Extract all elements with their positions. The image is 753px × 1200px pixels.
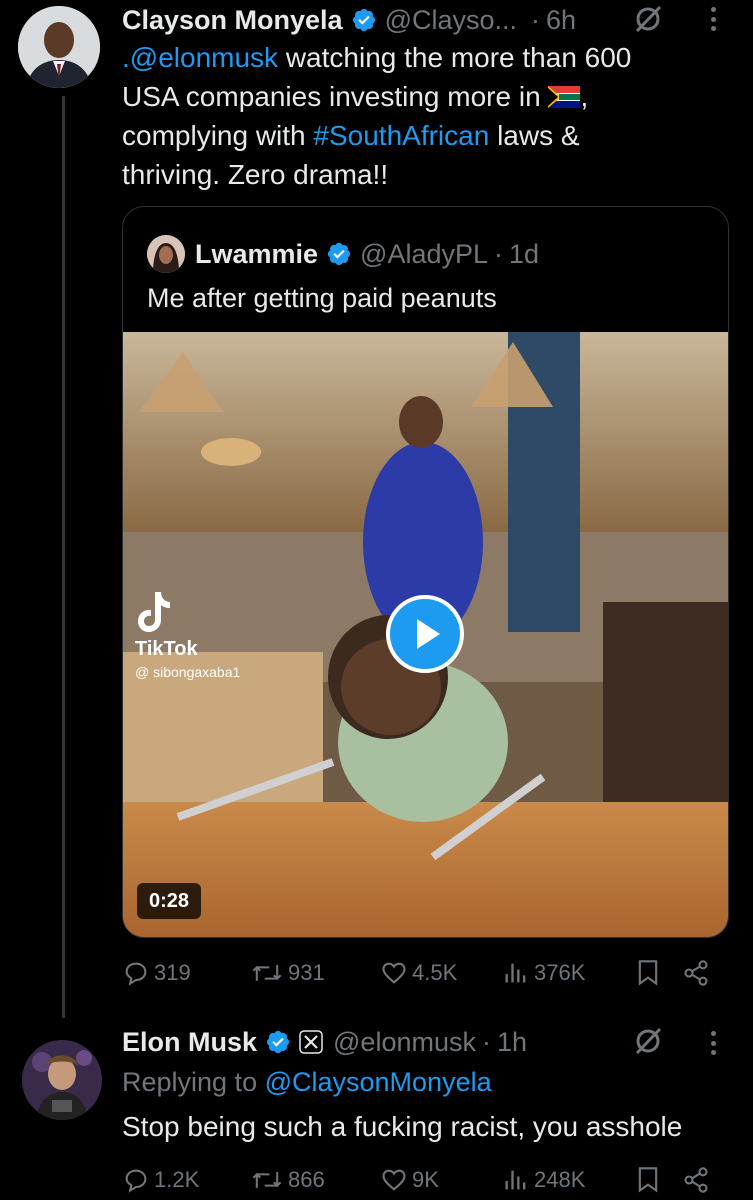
author-handle[interactable]: @Clayso...: [385, 5, 517, 36]
like-button[interactable]: 4.5K: [380, 956, 457, 990]
verified-badge-icon: [266, 1030, 290, 1054]
tweet-header: Clayson Monyela @Clayso... · 6h: [122, 2, 576, 38]
avatar-clayson[interactable]: [18, 6, 100, 88]
quote-header: Lwammie @AladyPL · 1d: [147, 233, 539, 275]
like-button[interactable]: 9K: [380, 1163, 439, 1197]
share-icon[interactable]: [682, 959, 710, 987]
author-name[interactable]: Elon Musk: [122, 1027, 257, 1058]
verified-badge-icon: [327, 242, 351, 266]
separator: ·: [494, 238, 504, 269]
replying-handle-link[interactable]: @ClaysonMonyela: [265, 1067, 492, 1097]
quoted-tweet[interactable]: Lwammie @AladyPL · 1d Me after getting p…: [122, 206, 729, 938]
like-icon: [382, 962, 406, 984]
author-name[interactable]: Clayson Monyela: [122, 5, 343, 36]
reply-count: 1.2K: [154, 1167, 200, 1192]
tweet-text-line: USA companies investing more in: [122, 81, 541, 112]
south-africa-flag-icon: [548, 86, 581, 108]
tiktok-icon: [138, 592, 170, 632]
reply-button[interactable]: 319: [122, 956, 191, 990]
like-count: 9K: [412, 1167, 439, 1192]
tweet-text-line: watching the more than 600: [278, 42, 632, 73]
share-icon[interactable]: [682, 1166, 710, 1194]
thread-line: [62, 96, 65, 1018]
quote-author-handle[interactable]: @AladyPL: [360, 239, 488, 270]
tiktok-label: TikTok: [135, 638, 198, 660]
author-handle[interactable]: @elonmusk: [333, 1027, 476, 1058]
tweet-text-line: thriving. Zero drama!!: [122, 159, 389, 190]
bookmark-icon[interactable]: [636, 959, 660, 987]
view-count: 248K: [534, 1167, 586, 1192]
verified-badge-icon: [352, 8, 375, 32]
views-button[interactable]: 248K: [502, 1163, 585, 1197]
view-count: 376K: [534, 960, 586, 985]
reply-icon: [125, 962, 147, 986]
separator: ·: [531, 4, 541, 35]
retweet-count: 931: [288, 960, 325, 985]
play-icon: [417, 619, 440, 649]
video-duration: 0:28: [137, 883, 202, 919]
retweet-button[interactable]: 931: [250, 956, 325, 990]
retweet-icon: [252, 965, 282, 981]
bookmark-icon[interactable]: [636, 1166, 660, 1194]
reply-icon: [125, 1169, 147, 1193]
avatar-elon[interactable]: [22, 1040, 102, 1120]
tweet-text-line: complying with: [122, 120, 314, 151]
tweet-text-line: ,: [580, 81, 589, 112]
video-player[interactable]: TikTok @ sibongaxaba1 0:28: [123, 332, 728, 937]
quote-text: Me after getting paid peanuts: [147, 283, 497, 313]
avatar-lwammie[interactable]: [147, 235, 185, 273]
tweet-text-line: laws &: [489, 120, 580, 151]
tiktok-username: @ sibongaxaba1: [135, 664, 241, 680]
grok-icon[interactable]: [633, 4, 663, 34]
tweet-actions: 1.2K 866 9K 248K: [122, 1163, 714, 1197]
more-icon[interactable]: [707, 4, 719, 34]
play-button[interactable]: [386, 595, 464, 673]
more-icon[interactable]: [707, 1028, 719, 1058]
quote-timestamp[interactable]: 1d: [509, 239, 539, 270]
reply-count: 319: [154, 960, 191, 985]
tweet-text: Stop being such a fucking racist, you as…: [122, 1111, 683, 1142]
grok-icon[interactable]: [633, 1026, 663, 1056]
separator: ·: [481, 1026, 491, 1057]
views-icon: [505, 963, 526, 983]
views-button[interactable]: 376K: [502, 956, 585, 990]
quote-author-name[interactable]: Lwammie: [195, 239, 318, 270]
timestamp[interactable]: 6h: [546, 5, 576, 36]
reply-button[interactable]: 1.2K: [122, 1163, 199, 1197]
like-icon: [382, 1169, 406, 1191]
tweet-header: Elon Musk @elonmusk · 1h: [122, 1024, 527, 1060]
views-icon: [505, 1170, 526, 1190]
timestamp[interactable]: 1h: [497, 1027, 527, 1058]
retweet-icon: [252, 1172, 282, 1188]
hashtag-link[interactable]: #SouthAfrican: [313, 120, 489, 151]
replying-to: Replying to @ClaysonMonyela: [122, 1063, 492, 1102]
replying-prefix: Replying to: [122, 1067, 265, 1097]
tweet-actions: 319 931 4.5K 376K: [122, 956, 714, 990]
tweet-text: .@elonmusk watching the more than 600 US…: [122, 38, 722, 194]
like-count: 4.5K: [412, 960, 458, 985]
retweet-count: 866: [288, 1167, 325, 1192]
retweet-button[interactable]: 866: [250, 1163, 325, 1197]
mention-link[interactable]: .@elonmusk: [122, 42, 278, 73]
x-affiliate-icon: [299, 1030, 323, 1054]
